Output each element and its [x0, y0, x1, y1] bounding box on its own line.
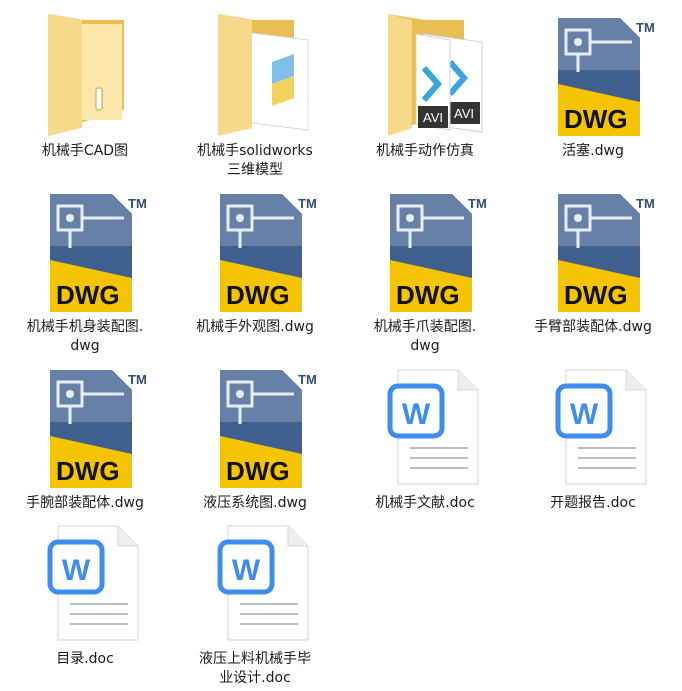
svg-text:TM: TM	[298, 372, 317, 387]
file-tile[interactable]: DWG TM 手臂部装配体.dwg	[508, 180, 678, 356]
file-name: 开题报告.doc	[550, 495, 636, 511]
file-name: 机械手动作仿真	[376, 143, 474, 159]
svg-text:AVI: AVI	[423, 110, 443, 125]
file-tile[interactable]: 机械手CAD图	[0, 4, 170, 180]
svg-text:W: W	[570, 398, 599, 431]
dwg-file-icon: DWG TM	[190, 186, 320, 314]
file-tile[interactable]: 机械手solidworks 三维模型	[170, 4, 340, 180]
svg-text:DWG: DWG	[396, 280, 460, 310]
svg-text:W: W	[232, 554, 261, 587]
file-name-line2: 业设计.doc	[219, 670, 291, 686]
dwg-file-icon: DWG TM	[190, 362, 320, 490]
file-tile[interactable]: AVI AVI 机械手动作仿真	[340, 4, 510, 180]
file-tile[interactable]: W 液压上料机械手毕 业设计.doc	[170, 512, 340, 688]
file-name: 机械手文献.doc	[375, 495, 475, 511]
file-tile[interactable]: W 目录.doc	[0, 512, 170, 688]
word-document-icon: W	[528, 362, 658, 490]
dwg-file-icon: DWG TM	[528, 10, 658, 138]
file-tile[interactable]: DWG TM 机械手机身装配图. dwg	[0, 180, 170, 356]
file-tile[interactable]: W 机械手文献.doc	[340, 356, 510, 532]
word-document-icon: W	[20, 518, 150, 646]
file-tile[interactable]: DWG TM 活塞.dwg	[508, 4, 678, 180]
file-name: 机械手爪装配图.	[373, 319, 477, 335]
dwg-file-icon: DWG TM	[528, 186, 658, 314]
word-document-icon: W	[190, 518, 320, 646]
file-tile[interactable]: DWG TM 机械手爪装配图. dwg	[340, 180, 510, 356]
svg-text:W: W	[62, 554, 91, 587]
svg-text:TM: TM	[636, 20, 655, 35]
svg-text:DWG: DWG	[226, 280, 290, 310]
file-name: 机械手外观图.dwg	[196, 319, 314, 335]
svg-text:W: W	[402, 398, 431, 431]
file-name: 液压系统图.dwg	[203, 495, 307, 511]
svg-text:TM: TM	[468, 196, 487, 211]
file-tile[interactable]: W 开题报告.doc	[508, 356, 678, 532]
svg-text:DWG: DWG	[564, 280, 628, 310]
file-name-line2: 三维模型	[227, 162, 283, 178]
folder-video-icon: AVI AVI	[360, 10, 490, 138]
svg-text:AVI: AVI	[454, 106, 474, 121]
file-name: 手臂部装配体.dwg	[534, 319, 652, 335]
file-name: 机械手solidworks	[197, 143, 313, 159]
file-name: 液压上料机械手毕	[199, 651, 311, 667]
dwg-file-icon: DWG TM	[20, 186, 150, 314]
folder-icon	[20, 10, 150, 138]
svg-text:TM: TM	[128, 372, 147, 387]
file-name: 手腕部装配体.dwg	[26, 495, 144, 511]
file-name: 机械手机身装配图.	[26, 319, 144, 335]
file-tile[interactable]: DWG TM 手腕部装配体.dwg	[0, 356, 170, 532]
svg-text:DWG: DWG	[226, 456, 290, 486]
file-name: 活塞.dwg	[562, 143, 624, 159]
svg-text:TM: TM	[636, 196, 655, 211]
file-name-line2: dwg	[70, 338, 100, 354]
file-name-line2: dwg	[410, 338, 440, 354]
svg-text:DWG: DWG	[56, 456, 120, 486]
file-name: 机械手CAD图	[41, 143, 129, 159]
dwg-file-icon: DWG TM	[360, 186, 490, 314]
folder-solidworks-icon	[190, 10, 320, 138]
file-tile[interactable]: DWG TM 液压系统图.dwg	[170, 356, 340, 532]
svg-text:DWG: DWG	[564, 104, 628, 134]
svg-text:TM: TM	[128, 196, 147, 211]
word-document-icon: W	[360, 362, 490, 490]
dwg-file-icon: DWG TM	[20, 362, 150, 490]
file-tile[interactable]: DWG TM 机械手外观图.dwg	[170, 180, 340, 356]
svg-text:DWG: DWG	[56, 280, 120, 310]
file-name: 目录.doc	[56, 651, 114, 667]
svg-text:TM: TM	[298, 196, 317, 211]
